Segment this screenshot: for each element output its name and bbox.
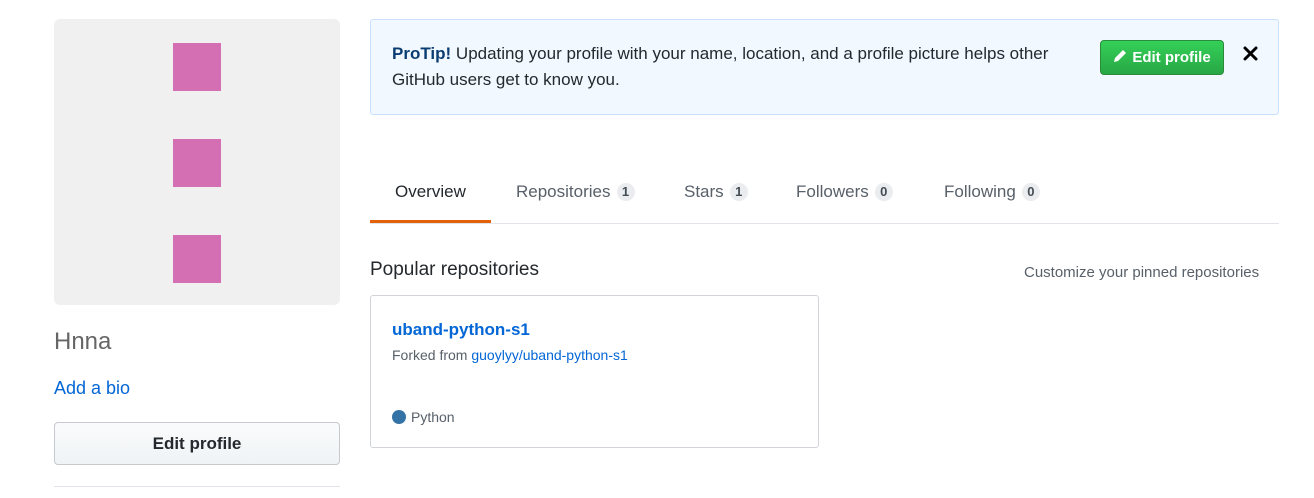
- forked-prefix: Forked from: [392, 347, 472, 363]
- repositories-counter: 1: [616, 183, 635, 201]
- protip-banner: ProTip! Updating your profile with your …: [370, 19, 1279, 115]
- avatar[interactable]: [54, 19, 340, 305]
- tab-label: Repositories: [516, 182, 611, 201]
- pencil-icon: [1113, 49, 1127, 67]
- repo-language: Python: [392, 409, 455, 425]
- popular-repositories-heading: Popular repositories: [370, 259, 539, 280]
- avatar-block: [173, 43, 221, 91]
- avatar-block: [173, 139, 221, 187]
- tab-label: Stars: [684, 182, 724, 201]
- tab-label: Following: [944, 182, 1016, 201]
- profile-name: Hnna: [54, 328, 112, 355]
- avatar-block: [173, 235, 221, 283]
- following-counter: 0: [1021, 183, 1040, 201]
- protip-edit-profile-button[interactable]: Edit profile: [1100, 40, 1224, 75]
- add-bio-link[interactable]: Add a bio: [54, 378, 130, 399]
- sidebar-divider: [54, 486, 340, 487]
- tab-label: Followers: [796, 182, 869, 201]
- tab-following[interactable]: Following 0: [944, 160, 1040, 224]
- tab-stars[interactable]: Stars 1: [684, 160, 748, 224]
- tab-overview[interactable]: Overview: [395, 160, 466, 224]
- repo-forked-from: Forked from guoylyy/uband-python-s1: [392, 347, 628, 363]
- edit-profile-button[interactable]: Edit profile: [54, 422, 340, 465]
- language-name: Python: [411, 409, 455, 425]
- profile-tabs: Overview Repositories 1 Stars 1 Follower…: [370, 160, 1279, 224]
- forked-source-link[interactable]: guoylyy/uband-python-s1: [471, 347, 627, 363]
- followers-counter: 0: [874, 183, 893, 201]
- protip-edit-profile-label: Edit profile: [1132, 49, 1211, 66]
- tab-label: Overview: [395, 182, 466, 201]
- protip-text: ProTip! Updating your profile with your …: [392, 41, 1092, 93]
- tab-followers[interactable]: Followers 0: [796, 160, 893, 224]
- language-color-dot: [392, 410, 406, 424]
- tab-repositories[interactable]: Repositories 1: [516, 160, 635, 224]
- close-icon[interactable]: [1241, 44, 1261, 64]
- customize-pinned-link[interactable]: Customize your pinned repositories: [1024, 264, 1259, 281]
- stars-counter: 1: [729, 183, 748, 201]
- protip-label: ProTip!: [392, 44, 452, 63]
- protip-message: Updating your profile with your name, lo…: [392, 44, 1049, 89]
- repo-name-link[interactable]: uband-python-s1: [392, 320, 530, 340]
- selected-tab-underline: [370, 220, 491, 223]
- repo-card: uband-python-s1 Forked from guoylyy/uban…: [370, 295, 819, 448]
